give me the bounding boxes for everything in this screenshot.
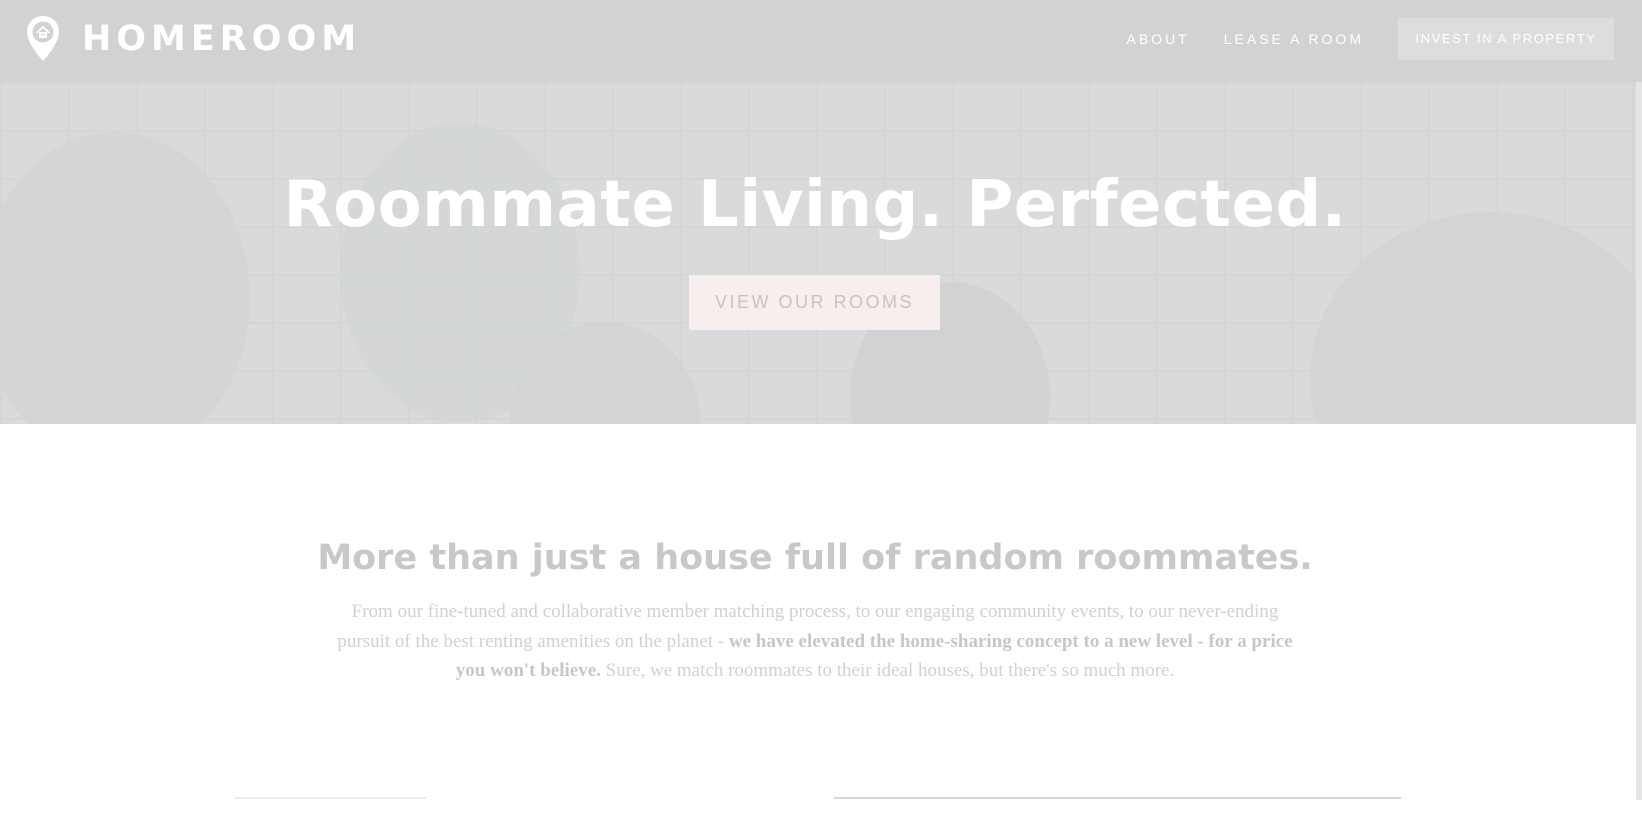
site-header: HOMEROOM ABOUT LEASE A ROOM INVEST IN A …: [0, 0, 1642, 82]
intro-text-end: Sure, we match roommates to their ideal …: [600, 660, 1175, 681]
section-divider-left: [234, 797, 426, 799]
intro-heading: More than just a house full of random ro…: [317, 538, 1313, 578]
brand-logo[interactable]: HOMEROOM: [26, 15, 361, 62]
map-pin-house-icon: [27, 16, 59, 61]
intro-paragraph: From our fine-tuned and collaborative me…: [325, 597, 1305, 686]
hero-title: Roommate Living. Perfected.: [283, 168, 1347, 242]
nav-about[interactable]: ABOUT: [1127, 18, 1190, 60]
hero-banner: Roommate Living. Perfected. VIEW OUR ROO…: [0, 82, 1642, 424]
main-nav: ABOUT LEASE A ROOM INVEST IN A PROPERTY: [1127, 18, 1614, 60]
nav-lease-a-room[interactable]: LEASE A ROOM: [1224, 18, 1364, 60]
scrollbar[interactable]: [1636, 82, 1642, 800]
hero-overlay: [0, 82, 1642, 424]
view-our-rooms-button[interactable]: VIEW OUR ROOMS: [689, 275, 940, 330]
section-divider-right: [834, 797, 1401, 799]
invest-in-property-button[interactable]: INVEST IN A PROPERTY: [1398, 18, 1614, 60]
brand-name: HOMEROOM: [82, 18, 362, 59]
